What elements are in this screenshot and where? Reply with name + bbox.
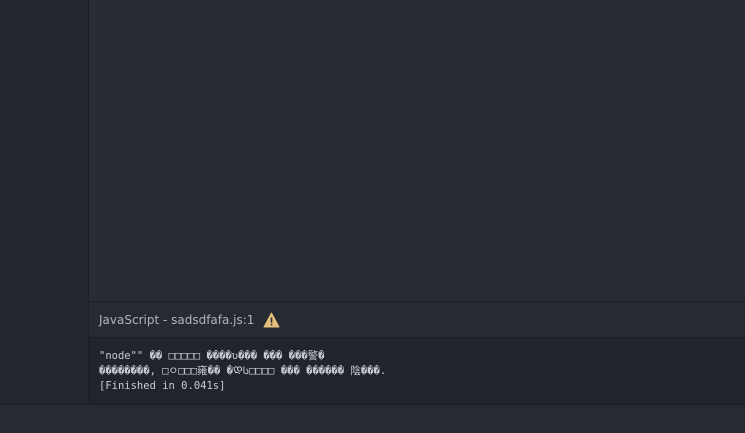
warning-triangle-icon xyxy=(263,312,280,327)
output-line: ��������, □ㅇ□□□雍�� �ᲓᲡ□□□□ ��� ������ 陰�… xyxy=(99,365,387,377)
sidebar xyxy=(0,0,89,404)
warning-icon[interactable] xyxy=(263,312,280,328)
output-panel[interactable]: "node"" �� □□□□□ ����ʋ��� ��� ���警� ����… xyxy=(89,338,745,404)
editor-area[interactable] xyxy=(89,0,745,301)
output-panel-header: JavaScript - sadsdfafa.js:1 xyxy=(89,301,745,338)
output-line: [Finished in 0.041s] xyxy=(99,380,226,392)
output-line: "node"" �� □□□□□ ����ʋ��� ��� ���警� xyxy=(99,350,325,362)
output-panel-title: JavaScript - sadsdfafa.js:1 xyxy=(99,312,255,327)
status-bar xyxy=(0,404,745,433)
